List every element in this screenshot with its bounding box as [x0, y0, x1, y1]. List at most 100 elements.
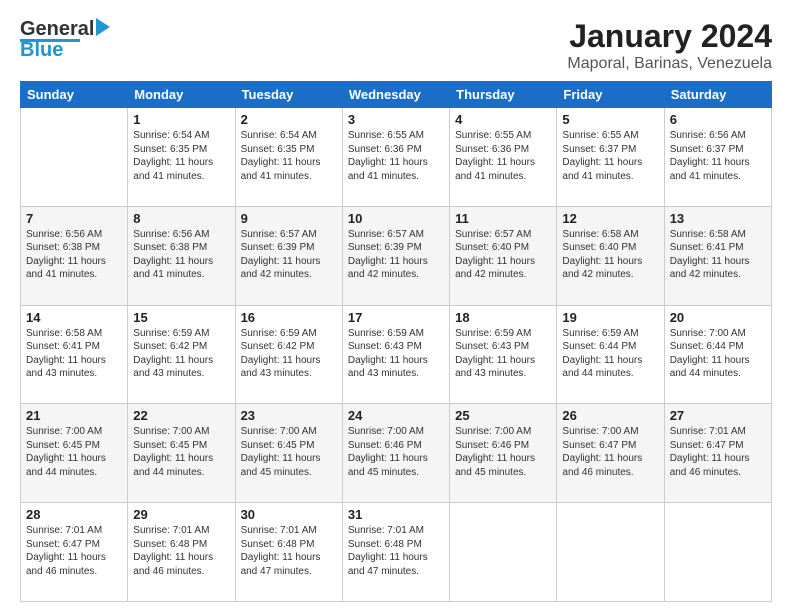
day-cell — [664, 503, 771, 602]
day-cell: 29 Sunrise: 7:01 AM Sunset: 6:48 PM Dayli… — [128, 503, 235, 602]
day-number: 1 — [133, 112, 229, 127]
day-number: 31 — [348, 507, 444, 522]
day-detail: Sunrise: 7:01 AM Sunset: 6:47 PM Dayligh… — [670, 425, 766, 479]
day-number: 12 — [562, 211, 658, 226]
header: General Blue January 2024 Maporal, Barin… — [20, 18, 772, 73]
week-row-3: 14 Sunrise: 6:58 AM Sunset: 6:41 PM Dayli… — [21, 305, 772, 404]
day-cell — [21, 108, 128, 207]
day-cell: 25 Sunrise: 7:00 AM Sunset: 6:46 PM Dayli… — [450, 404, 557, 503]
day-detail: Sunrise: 7:01 AM Sunset: 6:47 PM Dayligh… — [26, 524, 122, 578]
day-number: 29 — [133, 507, 229, 522]
day-cell: 23Sunrise: 7:00 AM Sunset: 6:45 PM Dayli… — [235, 404, 342, 503]
day-detail: Sunrise: 6:58 AM Sunset: 6:41 PM Dayligh… — [670, 228, 766, 282]
day-detail: Sunrise: 7:00 AM Sunset: 6:46 PM Dayligh… — [348, 425, 444, 479]
day-cell: 22Sunrise: 7:00 AM Sunset: 6:45 PM Dayli… — [128, 404, 235, 503]
day-detail: Sunrise: 6:57 AM Sunset: 6:39 PM Dayligh… — [348, 228, 444, 282]
day-number: 24 — [348, 408, 444, 423]
day-cell: 30 Sunrise: 7:01 AM Sunset: 6:48 PM Dayli… — [235, 503, 342, 602]
day-detail: Sunrise: 6:59 AM Sunset: 6:43 PM Dayligh… — [348, 327, 444, 381]
day-detail: Sunrise: 7:00 AM Sunset: 6:44 PM Dayligh… — [670, 327, 766, 381]
day-cell: 20 Sunrise: 7:00 AM Sunset: 6:44 PM Dayli… — [664, 305, 771, 404]
day-detail: Sunrise: 6:59 AM Sunset: 6:44 PM Dayligh… — [562, 327, 658, 381]
day-cell: 19 Sunrise: 6:59 AM Sunset: 6:44 PM Dayli… — [557, 305, 664, 404]
day-cell: 15 Sunrise: 6:59 AM Sunset: 6:42 PM Dayli… — [128, 305, 235, 404]
day-number: 30 — [241, 507, 337, 522]
day-header-thursday: Thursday — [450, 82, 557, 108]
day-cell: 2Sunrise: 6:54 AM Sunset: 6:35 PM Daylig… — [235, 108, 342, 207]
day-number: 6 — [670, 112, 766, 127]
week-row-2: 7 Sunrise: 6:56 AM Sunset: 6:38 PM Daylig… — [21, 206, 772, 305]
day-detail: Sunrise: 7:01 AM Sunset: 6:48 PM Dayligh… — [241, 524, 337, 578]
day-detail: Sunrise: 7:00 AM Sunset: 6:46 PM Dayligh… — [455, 425, 551, 479]
day-header-sunday: Sunday — [21, 82, 128, 108]
day-number: 10 — [348, 211, 444, 226]
day-detail: Sunrise: 6:55 AM Sunset: 6:37 PM Dayligh… — [562, 129, 658, 183]
week-row-1: 1 Sunrise: 6:54 AM Sunset: 6:35 PM Daylig… — [21, 108, 772, 207]
calendar-table: SundayMondayTuesdayWednesdayThursdayFrid… — [20, 81, 772, 602]
page: General Blue January 2024 Maporal, Barin… — [0, 0, 792, 612]
day-detail: Sunrise: 7:00 AM Sunset: 6:47 PM Dayligh… — [562, 425, 658, 479]
day-cell — [557, 503, 664, 602]
day-detail: Sunrise: 6:54 AM Sunset: 6:35 PM Dayligh… — [133, 129, 229, 183]
day-header-monday: Monday — [128, 82, 235, 108]
day-number: 4 — [455, 112, 551, 127]
title-block: January 2024 Maporal, Barinas, Venezuela — [567, 18, 772, 73]
day-number: 21 — [26, 408, 122, 423]
day-number: 14 — [26, 310, 122, 325]
day-detail: Sunrise: 6:56 AM Sunset: 6:38 PM Dayligh… — [26, 228, 122, 282]
logo: General Blue — [20, 18, 110, 62]
day-number: 28 — [26, 507, 122, 522]
day-number: 3 — [348, 112, 444, 127]
day-number: 26 — [562, 408, 658, 423]
day-number: 11 — [455, 211, 551, 226]
day-cell: 1 Sunrise: 6:54 AM Sunset: 6:35 PM Daylig… — [128, 108, 235, 207]
day-number: 25 — [455, 408, 551, 423]
day-cell: 31 Sunrise: 7:01 AM Sunset: 6:48 PM Dayli… — [342, 503, 449, 602]
day-detail: Sunrise: 6:55 AM Sunset: 6:36 PM Dayligh… — [455, 129, 551, 183]
day-cell — [450, 503, 557, 602]
day-number: 27 — [670, 408, 766, 423]
week-row-4: 21 Sunrise: 7:00 AM Sunset: 6:45 PM Dayli… — [21, 404, 772, 503]
day-detail: Sunrise: 6:58 AM Sunset: 6:40 PM Dayligh… — [562, 228, 658, 282]
day-number: 17 — [348, 310, 444, 325]
day-detail: Sunrise: 6:57 AM Sunset: 6:39 PM Dayligh… — [241, 228, 337, 282]
day-cell: 18 Sunrise: 6:59 AM Sunset: 6:43 PM Dayli… — [450, 305, 557, 404]
day-number: 19 — [562, 310, 658, 325]
logo-arrow-icon — [96, 18, 110, 41]
day-cell: 13 Sunrise: 6:58 AM Sunset: 6:41 PM Dayli… — [664, 206, 771, 305]
day-detail: Sunrise: 6:54 AM Sunset: 6:35 PM Dayligh… — [241, 129, 337, 183]
day-header-friday: Friday — [557, 82, 664, 108]
day-number: 13 — [670, 211, 766, 226]
day-cell: 26 Sunrise: 7:00 AM Sunset: 6:47 PM Dayli… — [557, 404, 664, 503]
day-detail: Sunrise: 6:59 AM Sunset: 6:42 PM Dayligh… — [133, 327, 229, 381]
day-number: 7 — [26, 211, 122, 226]
day-detail: Sunrise: 7:01 AM Sunset: 6:48 PM Dayligh… — [133, 524, 229, 578]
day-number: 5 — [562, 112, 658, 127]
day-detail: Sunrise: 6:59 AM Sunset: 6:42 PM Dayligh… — [241, 327, 337, 381]
day-cell: 16 Sunrise: 6:59 AM Sunset: 6:42 PM Dayli… — [235, 305, 342, 404]
day-detail: Sunrise: 6:56 AM Sunset: 6:37 PM Dayligh… — [670, 129, 766, 183]
day-cell: 27 Sunrise: 7:01 AM Sunset: 6:47 PM Dayli… — [664, 404, 771, 503]
day-number: 20 — [670, 310, 766, 325]
day-cell: 3Sunrise: 6:55 AM Sunset: 6:36 PM Daylig… — [342, 108, 449, 207]
calendar-header-row: SundayMondayTuesdayWednesdayThursdayFrid… — [21, 82, 772, 108]
day-header-tuesday: Tuesday — [235, 82, 342, 108]
day-detail: Sunrise: 6:59 AM Sunset: 6:43 PM Dayligh… — [455, 327, 551, 381]
day-detail: Sunrise: 7:01 AM Sunset: 6:48 PM Dayligh… — [348, 524, 444, 578]
day-cell: 28 Sunrise: 7:01 AM Sunset: 6:47 PM Dayli… — [21, 503, 128, 602]
day-number: 15 — [133, 310, 229, 325]
day-number: 9 — [241, 211, 337, 226]
day-cell: 17 Sunrise: 6:59 AM Sunset: 6:43 PM Dayli… — [342, 305, 449, 404]
day-detail: Sunrise: 7:00 AM Sunset: 6:45 PM Dayligh… — [26, 425, 122, 479]
day-number: 18 — [455, 310, 551, 325]
day-detail: Sunrise: 7:00 AM Sunset: 6:45 PM Dayligh… — [133, 425, 229, 479]
day-cell: 8Sunrise: 6:56 AM Sunset: 6:38 PM Daylig… — [128, 206, 235, 305]
day-number: 16 — [241, 310, 337, 325]
day-detail: Sunrise: 7:00 AM Sunset: 6:45 PM Dayligh… — [241, 425, 337, 479]
day-detail: Sunrise: 6:58 AM Sunset: 6:41 PM Dayligh… — [26, 327, 122, 381]
day-cell: 4 Sunrise: 6:55 AM Sunset: 6:36 PM Daylig… — [450, 108, 557, 207]
day-cell: 9 Sunrise: 6:57 AM Sunset: 6:39 PM Daylig… — [235, 206, 342, 305]
week-row-5: 28 Sunrise: 7:01 AM Sunset: 6:47 PM Dayli… — [21, 503, 772, 602]
day-detail: Sunrise: 6:57 AM Sunset: 6:40 PM Dayligh… — [455, 228, 551, 282]
calendar-title: January 2024 — [567, 18, 772, 55]
